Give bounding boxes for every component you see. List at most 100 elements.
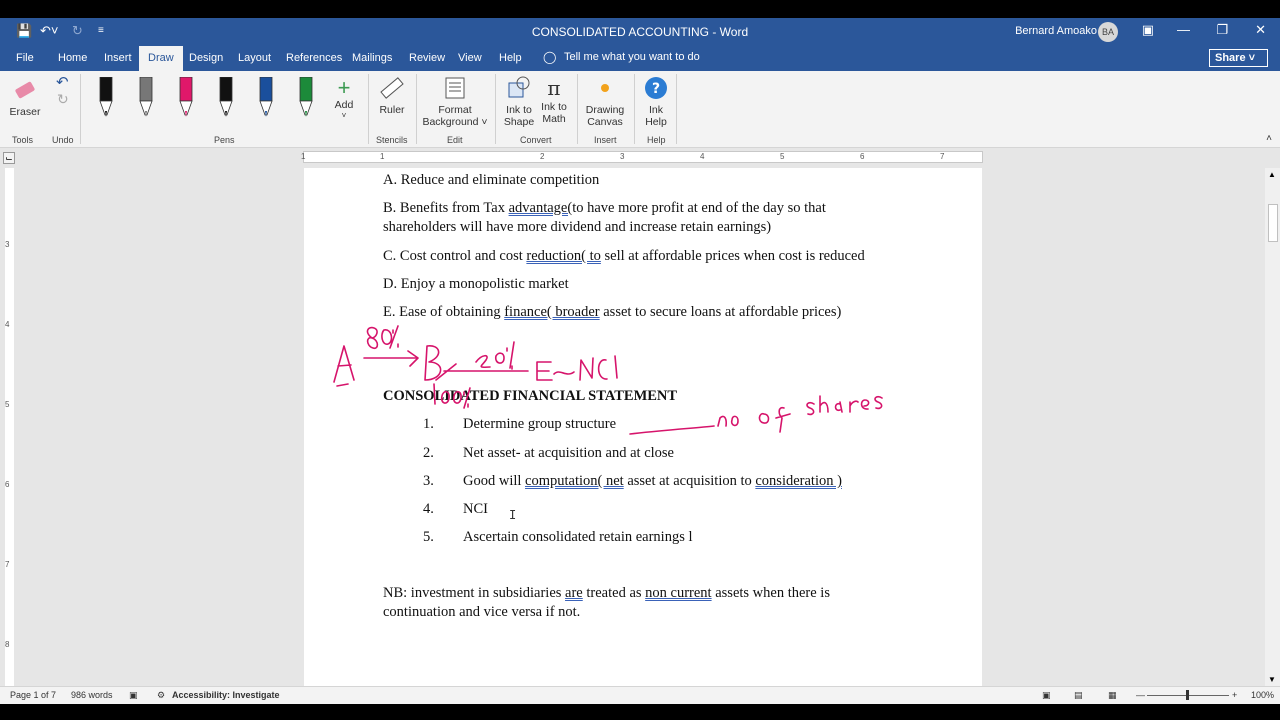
ink-help-label-2: Help (645, 116, 667, 128)
ribbon-tabs: File Home Insert Draw Design Layout Refe… (0, 46, 1280, 71)
ink-stroke (717, 395, 883, 433)
avatar[interactable]: BA (1098, 22, 1118, 42)
separator (368, 74, 369, 144)
ruler-label: Ruler (379, 104, 405, 116)
tab-references[interactable]: References (286, 52, 342, 64)
ink-stroke (629, 425, 715, 435)
tab-review[interactable]: Review (409, 52, 445, 64)
drawing-canvas-icon (601, 84, 609, 92)
ink-stroke (475, 341, 515, 370)
tab-insert[interactable]: Insert (104, 52, 132, 64)
pen-2-icon[interactable] (138, 77, 154, 119)
proofing-icon[interactable]: ▣ (129, 690, 138, 701)
undo-ink-icon[interactable]: ↶ (56, 73, 69, 91)
group-convert: Convert (520, 135, 552, 145)
group-insert: Insert (594, 135, 617, 145)
restore-icon[interactable]: ❐ (1216, 22, 1228, 38)
ruler-number: 2 (540, 152, 545, 161)
group-pens: Pens (214, 135, 235, 145)
ruler-number: 1 (301, 152, 306, 161)
ink-to-shape-label-1: Ink to (506, 104, 532, 116)
scroll-thumb[interactable] (1268, 204, 1278, 242)
page-count[interactable]: Page 1 of 7 (10, 690, 56, 700)
pen-3-icon[interactable] (178, 77, 194, 119)
pen-1-icon[interactable] (98, 77, 114, 119)
separator (634, 74, 635, 144)
eraser-button[interactable]: Eraser (8, 77, 42, 118)
ruler-button[interactable]: Ruler (377, 75, 407, 116)
tab-view[interactable]: View (458, 52, 482, 64)
format-background-label-2: Background (422, 116, 479, 128)
redo-ink-icon[interactable]: ↻ (57, 91, 69, 108)
web-layout-icon[interactable]: ▦ (1108, 690, 1117, 701)
vertical-ruler[interactable]: 3 4 5 6 7 8 (5, 168, 14, 703)
user-name[interactable]: Bernard Amoako (1015, 25, 1097, 37)
ink-to-shape-label-2: Shape (503, 116, 535, 128)
vertical-scrollbar[interactable]: ▲ ▼ (1265, 168, 1280, 686)
ink-annotations[interactable] (304, 168, 982, 704)
add-pen-button[interactable]: + Add ˅ (333, 75, 355, 121)
tab-file[interactable]: File (16, 52, 34, 64)
scroll-up-icon[interactable]: ▲ (1268, 170, 1276, 179)
ruler-margin-marker[interactable] (380, 150, 388, 164)
separator (80, 74, 81, 144)
ink-stroke (433, 383, 471, 409)
ruler-number: 6 (5, 480, 10, 489)
tab-selector[interactable]: ⌙ (3, 152, 15, 164)
print-layout-icon[interactable]: ▤ (1074, 690, 1083, 701)
minimize-icon[interactable]: — (1177, 22, 1190, 37)
tab-home[interactable]: Home (58, 52, 87, 64)
ink-help-button[interactable]: ? Ink Help (642, 75, 670, 128)
tell-me-search[interactable]: Tell me what you want to do (564, 51, 700, 63)
ink-help-label-1: Ink (648, 104, 663, 116)
eraser-icon (15, 81, 35, 99)
ruler-number: 3 (620, 152, 625, 161)
ruler-number: 4 (5, 320, 10, 329)
ink-to-math-button[interactable]: π Ink to Math (537, 75, 571, 125)
zoom-slider-thumb[interactable] (1186, 690, 1189, 700)
accessibility-icon: ⚙ (157, 690, 166, 700)
read-mode-icon[interactable]: ▣ (1042, 690, 1051, 701)
zoom-in-icon[interactable]: + (1232, 690, 1237, 700)
ribbon-draw: Eraser Tools ↶ ↻ Undo + Add ˅ Pens Ruler… (0, 71, 1280, 148)
pen-6-icon[interactable] (298, 77, 314, 119)
tab-layout[interactable]: Layout (238, 52, 271, 64)
format-background-label-1: Format (438, 104, 472, 116)
collapse-ribbon-icon[interactable]: ˄ (1266, 133, 1272, 144)
document-page[interactable]: A. Reduce and eliminate competition B. B… (304, 168, 982, 704)
close-icon[interactable]: ✕ (1255, 22, 1266, 38)
format-background-icon (445, 77, 465, 99)
drawing-canvas-button[interactable]: Drawing Canvas (584, 75, 626, 128)
zoom-out-icon[interactable]: — (1136, 690, 1145, 700)
ruler-number: 7 (5, 560, 10, 569)
tab-draw[interactable]: Draw (139, 46, 183, 71)
ruler-number: 3 (5, 240, 10, 249)
zoom-level[interactable]: 100% (1251, 690, 1274, 700)
eraser-label: Eraser (9, 106, 41, 118)
pi-icon: π (547, 76, 561, 100)
pen-4-icon[interactable] (218, 77, 234, 119)
group-stencils: Stencils (376, 135, 408, 145)
horizontal-ruler[interactable]: 11234567 (301, 150, 983, 164)
pen-5-icon[interactable] (258, 77, 274, 119)
title-bar: 💾 ↶˅ ↻ ≡ CONSOLIDATED ACCOUNTING - Word … (0, 18, 1280, 46)
accessibility-status[interactable]: Accessibility: Investigate (172, 690, 280, 700)
ribbon-display-options-icon[interactable]: ▣ (1142, 22, 1154, 38)
word-count[interactable]: 986 words (71, 690, 113, 700)
tab-help[interactable]: Help (499, 52, 522, 64)
format-background-button[interactable]: Format Background ˅ (422, 75, 488, 128)
plus-icon: + (337, 75, 351, 100)
ink-to-shape-button[interactable]: Ink to Shape (502, 75, 536, 128)
ink-to-shape-icon (508, 76, 530, 98)
ruler-number: 5 (5, 400, 10, 409)
scroll-down-icon[interactable]: ▼ (1268, 675, 1276, 684)
separator (577, 74, 578, 144)
share-button[interactable]: Share ˅ (1209, 49, 1268, 67)
tab-mailings[interactable]: Mailings (352, 52, 392, 64)
separator (495, 74, 496, 144)
ink-stroke (363, 350, 419, 367)
tab-design[interactable]: Design (189, 52, 223, 64)
group-tools: Tools (12, 135, 34, 145)
group-edit: Edit (447, 135, 463, 145)
add-pen-label: Add (334, 99, 354, 111)
